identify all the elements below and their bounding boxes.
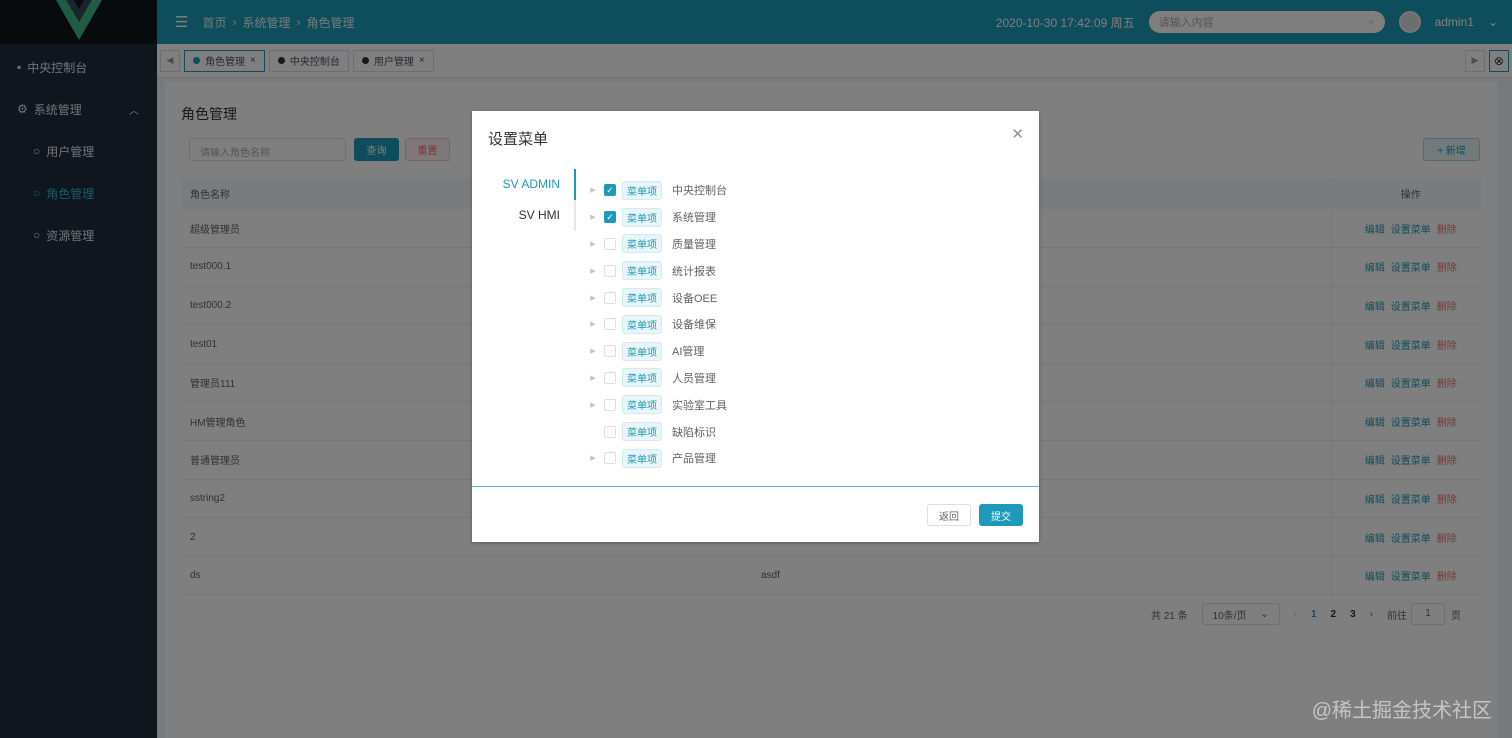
divider bbox=[472, 486, 1039, 487]
menu-tree: ▶ ✓ 菜单项 中央控制台 ▶ ✓ 菜单项 系统管理 ▶ 菜单项 质量管理 ▶ 菜单项 统计报表 ▶ 菜单项设… bbox=[588, 177, 727, 472]
checkbox[interactable] bbox=[604, 452, 616, 465]
checkbox[interactable] bbox=[604, 237, 616, 250]
set-menu-dialog: 设置菜单 ✕ SV ADMIN SV HMI ▶ ✓ 菜单项 中央控制台 ▶ ✓ 菜单项 系统… bbox=[472, 111, 1039, 542]
tree-node[interactable]: ▶ 菜单项 人员管理 bbox=[588, 365, 727, 392]
caret-right-icon[interactable]: ▶ bbox=[588, 401, 598, 409]
checkbox[interactable] bbox=[604, 398, 616, 411]
node-label: 质量管理 bbox=[672, 238, 716, 251]
tree-node[interactable]: ▶ 菜单项 质量管理 bbox=[588, 231, 727, 258]
node-label: 系统管理 bbox=[672, 212, 716, 225]
node-label: 缺陷标识 bbox=[672, 426, 716, 439]
checkbox[interactable]: ✓ bbox=[604, 184, 616, 197]
tree-node[interactable]: ▶ 菜单项 统计报表 bbox=[588, 257, 727, 284]
caret-right-icon[interactable]: ▶ bbox=[588, 240, 598, 248]
menu-item-tag: 菜单项 bbox=[622, 180, 662, 200]
node-label: 人员管理 bbox=[672, 372, 716, 385]
menu-item-tag: 菜单项 bbox=[622, 234, 662, 254]
checkbox[interactable] bbox=[604, 318, 616, 331]
caret-right-icon[interactable]: ▶ bbox=[588, 294, 598, 302]
menu-item-tag: 菜单项 bbox=[622, 368, 662, 388]
menu-item-tag: 菜单项 bbox=[622, 288, 662, 308]
menu-item-tag: 菜单项 bbox=[622, 341, 662, 361]
caret-right-icon[interactable]: ▶ bbox=[588, 213, 598, 221]
checkbox[interactable]: ✓ bbox=[604, 211, 616, 224]
caret-right-icon[interactable]: ▶ bbox=[588, 320, 598, 328]
tree-node[interactable]: 菜单项 缺陷标识 bbox=[588, 418, 727, 445]
checkbox[interactable] bbox=[604, 291, 616, 304]
system-tabs: SV ADMIN SV HMI bbox=[490, 169, 576, 231]
caret-right-icon[interactable]: ▶ bbox=[588, 267, 598, 275]
tree-node[interactable]: ▶ 菜单项 AI管理 bbox=[588, 338, 727, 365]
tree-node[interactable]: ▶ ✓ 菜单项 系统管理 bbox=[588, 204, 727, 231]
node-label: 实验室工具 bbox=[672, 399, 727, 412]
node-label: 中央控制台 bbox=[672, 185, 727, 198]
node-label: 产品管理 bbox=[672, 453, 716, 466]
caret-right-icon[interactable]: ▶ bbox=[588, 374, 598, 382]
submit-button[interactable]: 提交 bbox=[979, 504, 1023, 526]
node-label: 设备维保 bbox=[672, 319, 716, 332]
tree-node[interactable]: ▶ 菜单项 实验室工具 bbox=[588, 391, 727, 418]
tree-node[interactable]: ▶ 菜单项 设备维保 bbox=[588, 311, 727, 338]
caret-right-icon[interactable]: ▶ bbox=[588, 186, 598, 194]
tab-sv-admin[interactable]: SV ADMIN bbox=[490, 169, 576, 200]
menu-item-tag: 菜单项 bbox=[622, 448, 662, 468]
tree-node[interactable]: ▶ 菜单项 产品管理 bbox=[588, 445, 727, 472]
close-icon[interactable]: ✕ bbox=[1011, 125, 1024, 143]
caret-right-icon[interactable]: ▶ bbox=[588, 454, 598, 462]
menu-item-tag: 菜单项 bbox=[622, 207, 662, 227]
menu-item-tag: 菜单项 bbox=[622, 395, 662, 415]
checkbox[interactable] bbox=[604, 425, 616, 438]
back-button[interactable]: 返回 bbox=[927, 504, 971, 526]
dialog-title: 设置菜单 bbox=[488, 131, 549, 148]
menu-item-tag: 菜单项 bbox=[622, 314, 662, 334]
node-label: 设备OEE bbox=[672, 292, 718, 305]
menu-item-tag: 菜单项 bbox=[622, 261, 662, 281]
tree-node[interactable]: ▶ 菜单项 设备OEE bbox=[588, 284, 727, 311]
watermark: @稀土掘金技术社区 bbox=[1311, 700, 1492, 722]
checkbox[interactable] bbox=[604, 371, 616, 384]
checkbox[interactable] bbox=[604, 345, 616, 358]
caret-right-icon[interactable]: ▶ bbox=[588, 347, 598, 355]
tree-node[interactable]: ▶ ✓ 菜单项 中央控制台 bbox=[588, 177, 727, 204]
menu-item-tag: 菜单项 bbox=[622, 422, 662, 442]
checkbox[interactable] bbox=[604, 264, 616, 277]
node-label: 统计报表 bbox=[672, 265, 716, 278]
tab-sv-hmi[interactable]: SV HMI bbox=[490, 200, 574, 231]
node-label: AI管理 bbox=[672, 346, 705, 359]
